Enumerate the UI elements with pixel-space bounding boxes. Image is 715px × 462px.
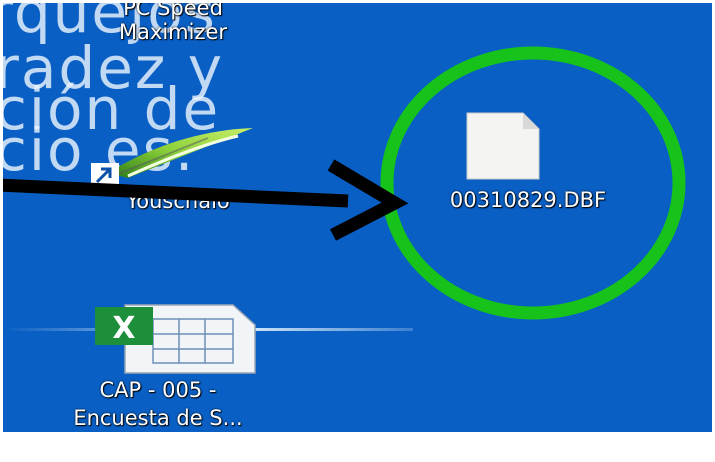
highlight-circle <box>380 46 686 320</box>
annotation-overlay <box>3 46 686 320</box>
pointer-arrow <box>3 159 409 241</box>
desktop-background: rquejos radez y ción de cio es. PC Speed… <box>3 3 712 432</box>
